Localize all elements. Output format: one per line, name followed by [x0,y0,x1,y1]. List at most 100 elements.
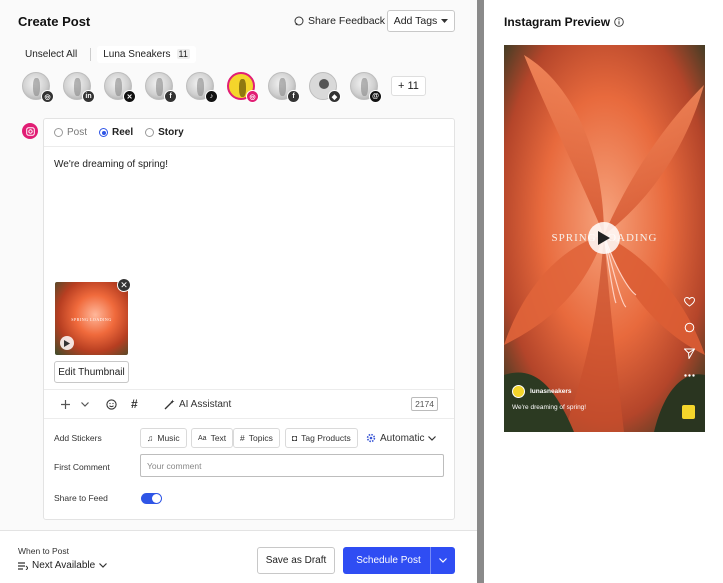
caption-text[interactable]: We're dreaming of spring! [54,159,168,170]
share-to-feed-label: Share to Feed [54,493,108,503]
play-icon[interactable] [588,222,620,254]
threads-icon: @ [369,90,382,103]
account-selection-row: Unselect All Luna Sneakers 11 [18,44,196,64]
media-thumbnail[interactable]: SPRING LOADING [55,282,128,355]
account-avatar[interactable]: ✕ [104,72,136,103]
post-type-post[interactable]: Post [54,127,87,138]
create-post-panel: Create Post Share Feedback Add Tags Unse… [0,0,477,583]
character-count: 2174 [411,397,438,411]
account-avatar[interactable]: in [63,72,95,103]
when-to-post-dropdown[interactable]: Next Available [18,560,108,571]
post-type-reel[interactable]: Reel [99,127,133,138]
audio-thumbnail [682,405,695,419]
first-comment-input[interactable] [140,454,444,477]
bluesky-icon: ◆ [328,90,341,103]
hashtag-icon: # [240,433,245,443]
caret-down-icon [441,18,449,23]
preview-title: Instagram Preview [504,15,624,29]
unselect-all-button[interactable]: Unselect All [18,49,84,60]
chevron-down-icon[interactable] [431,558,455,563]
post-type-selector: Post Reel Story [54,127,184,138]
share-feedback-label: Share Feedback [308,15,386,27]
save-draft-button[interactable]: Save as Draft [257,547,335,574]
linkedin-icon: in [82,90,95,103]
when-to-post-value: Next Available [32,560,96,571]
radio-button [145,128,155,137]
first-comment-label: First Comment [54,462,110,472]
add-tags-label: Add Tags [393,15,438,27]
page-title: Create Post [18,14,91,29]
remove-media-button[interactable]: ✕ [117,278,131,292]
account-avatar[interactable]: f [145,72,177,103]
automatic-label: Automatic [380,432,425,444]
account-avatar-list: ◎ in ✕ f ♪ ◎ f ◆ @ + 11 [22,70,426,103]
schedule-post-label: Schedule Post [356,555,421,566]
reel-actions [684,297,695,377]
queue-icon [18,561,28,570]
share-feedback-link[interactable]: Share Feedback [294,15,385,27]
music-sticker-button[interactable]: ♫ Music [140,428,187,448]
media-overlay-text: SPRING LOADING [71,317,112,322]
instagram-icon: ◎ [41,90,54,103]
instagram-preview-panel: Instagram Preview SPRING LOADING lunasne… [484,0,723,583]
reel-caption: We're dreaming of spring! [512,404,587,411]
radio-button [54,128,63,137]
info-icon[interactable] [614,17,624,27]
add-stickers-label: Add Stickers [54,433,102,443]
footer-bar: When to Post Next Available Save as Draf… [0,530,477,583]
share-to-feed-toggle[interactable] [141,493,162,504]
text-icon: Aa [198,434,207,442]
hashtag-icon[interactable]: # [131,397,138,411]
panel-divider[interactable] [477,0,484,583]
more-icon[interactable] [684,374,695,377]
account-avatar[interactable]: ◆ [309,72,341,103]
play-icon[interactable] [60,336,74,350]
topics-sticker-button[interactable]: # Topics [233,428,280,448]
divider [44,418,454,419]
automatic-sticker-dropdown[interactable]: Automatic [366,428,437,448]
divider [90,47,92,61]
reel-user: lunasneakers [512,385,572,398]
add-icon[interactable] [61,399,70,409]
chevron-down-icon [428,435,437,441]
divider [44,389,454,390]
group-count-badge: 11 [176,49,190,59]
divider [44,146,454,147]
instagram-icon: ◎ [246,90,259,103]
emoji-icon[interactable] [106,398,117,410]
edit-thumbnail-button[interactable]: Edit Thumbnail [54,361,129,383]
account-avatar-selected[interactable]: ◎ [227,72,259,103]
reel-preview: SPRING LOADING lunasneakers We're dreami… [504,45,705,432]
chevron-down-icon [99,563,108,568]
post-type-story[interactable]: Story [145,127,184,138]
chat-bubble-icon [294,16,304,26]
radio-button-checked [99,128,109,137]
text-sticker-button[interactable]: Aa Text [191,428,234,448]
music-note-icon: ♫ [147,433,154,443]
ai-assistant-label: AI Assistant [179,398,232,410]
account-avatar[interactable]: ♪ [186,72,218,103]
tag-products-button[interactable]: ◘ Tag Products [285,428,358,448]
comment-icon[interactable] [684,322,695,333]
account-group-chip[interactable]: Luna Sneakers 11 [97,45,196,63]
x-icon: ✕ [123,90,136,103]
chevron-down-icon[interactable] [81,401,89,407]
account-avatar[interactable]: ◎ [22,72,54,103]
account-avatar[interactable]: @ [350,72,382,103]
ai-assistant-button[interactable]: AI Assistant [164,399,231,410]
when-to-post-label: When to Post [18,546,70,556]
avatar [512,385,525,398]
facebook-icon: f [164,90,177,103]
magic-wand-icon [164,399,175,409]
add-tags-button[interactable]: Add Tags [387,10,455,32]
group-name: Luna Sneakers [103,48,171,60]
instagram-icon [22,123,38,139]
gear-icon [366,433,376,443]
more-accounts-button[interactable]: + 11 [391,76,426,96]
post-editor: Post Reel Story We're dreaming of spring… [43,118,455,520]
account-avatar[interactable]: f [268,72,300,103]
schedule-post-button[interactable]: Schedule Post [343,547,455,574]
editor-toolbar: # AI Assistant 2174 [44,391,454,417]
heart-icon[interactable] [684,297,695,307]
send-icon[interactable] [684,348,695,359]
